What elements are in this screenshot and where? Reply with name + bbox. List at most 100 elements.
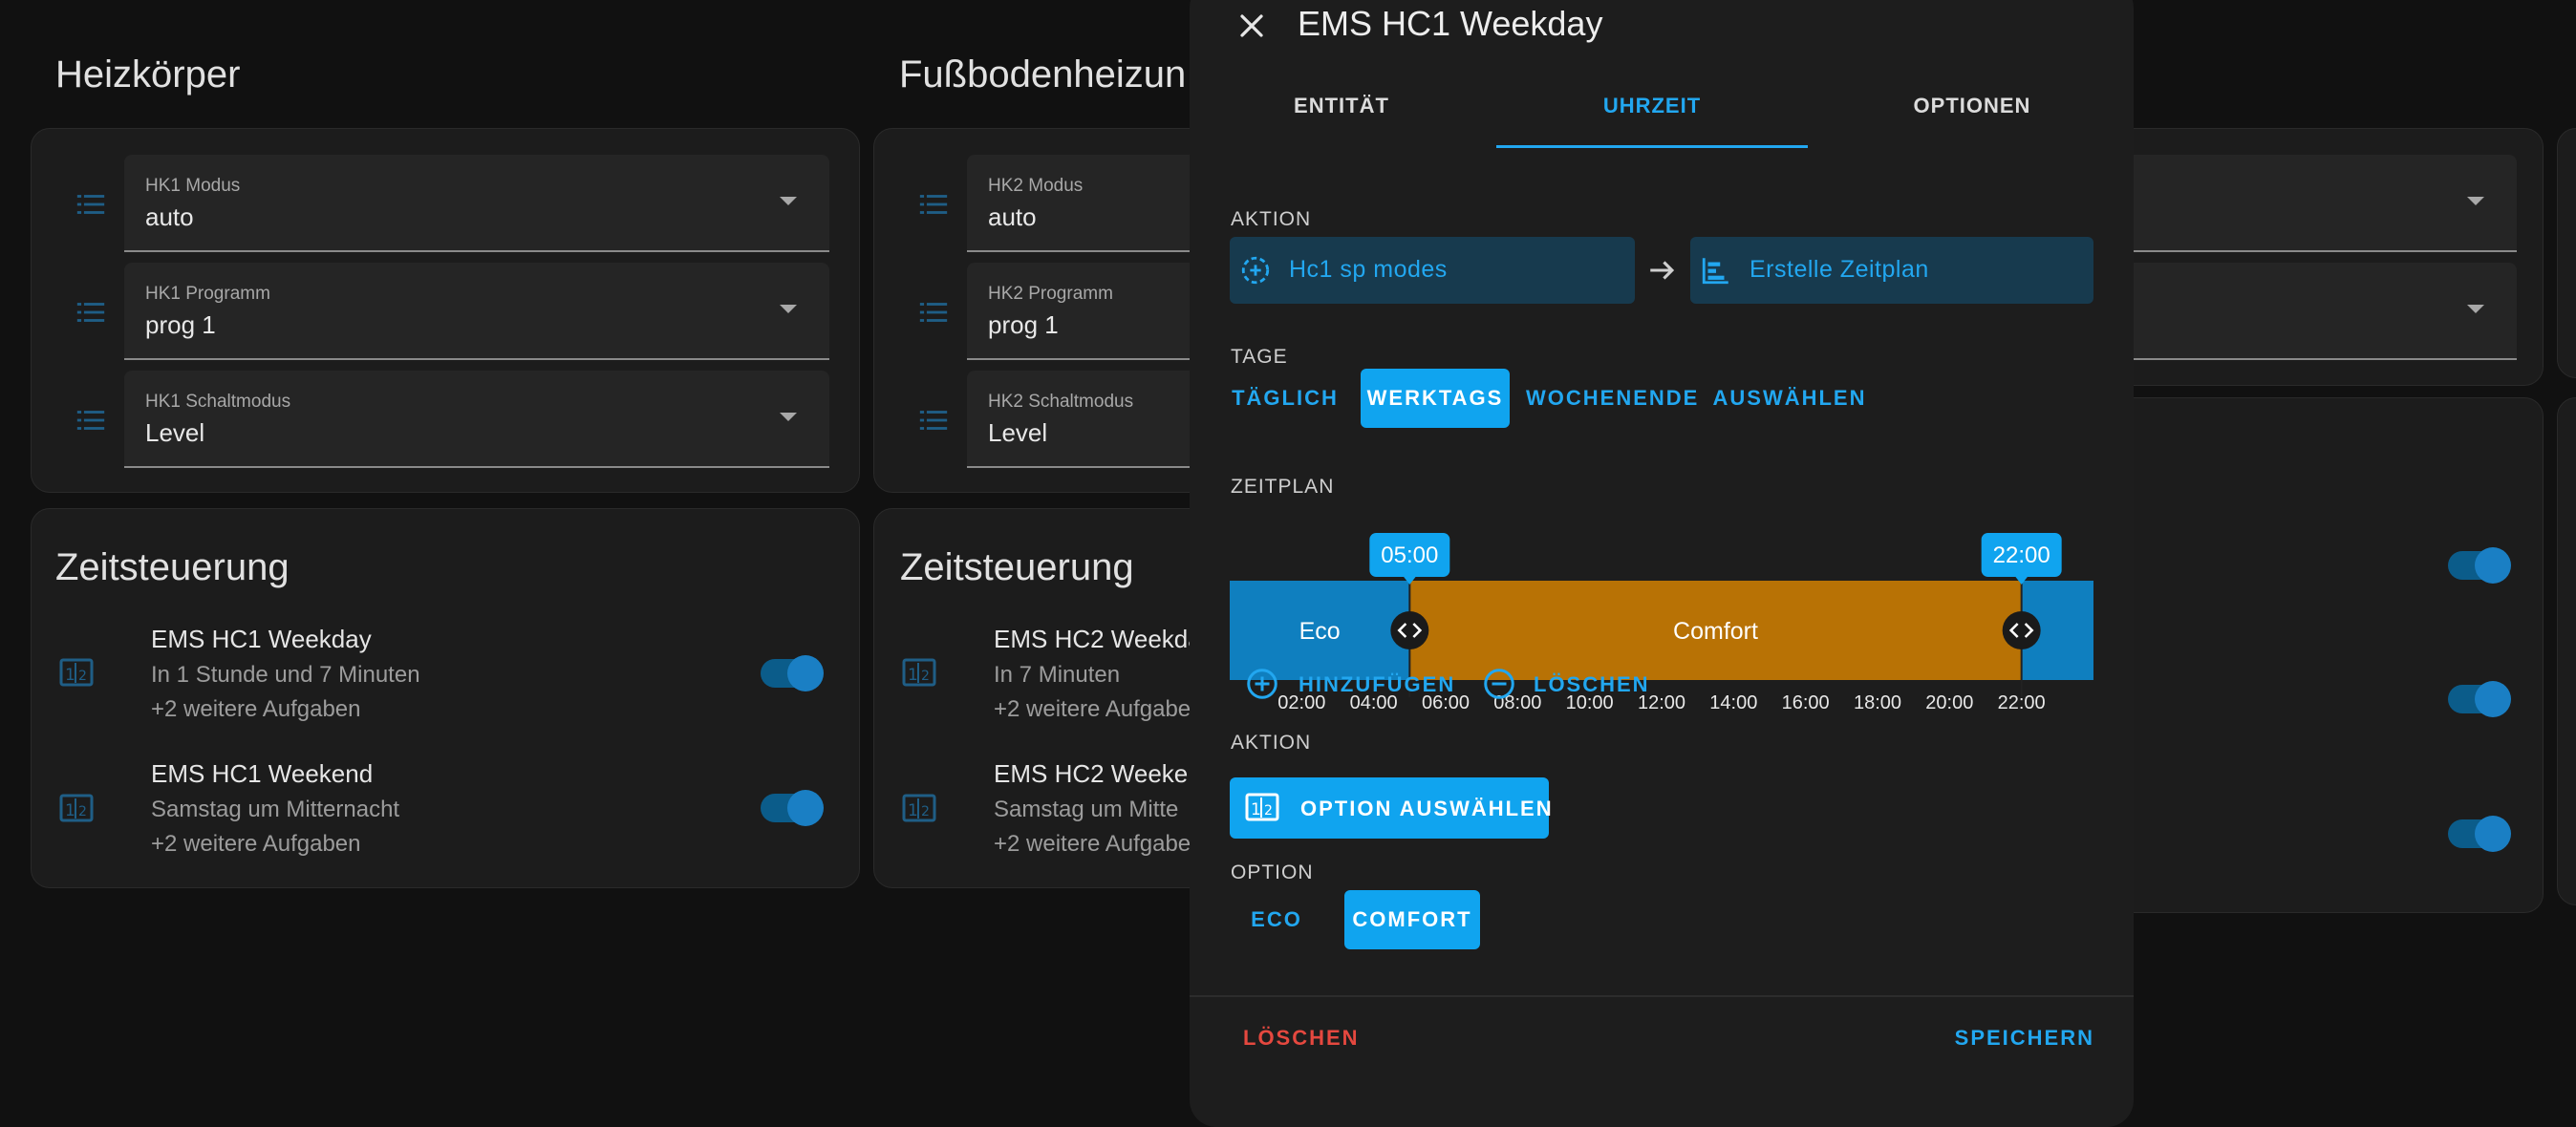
timeline-segment-label: Eco <box>1299 618 1341 645</box>
list-icon <box>76 303 105 322</box>
schedule-timeline[interactable]: Eco Comfort 05:00 22:00 02:00 04:00 06:00 08:00… <box>1230 504 2093 713</box>
select-label: HK2 Schaltmodus <box>988 392 1134 412</box>
toggle-knob <box>2475 547 2511 584</box>
chevron-down-icon[interactable] <box>2467 197 2484 205</box>
schedule-section-label: ZEITPLAN <box>1231 476 1335 498</box>
close-icon[interactable] <box>1237 11 1266 40</box>
svg-text:1: 1 <box>65 801 75 820</box>
tab-entitaet[interactable]: ENTITÄT <box>1190 94 1493 118</box>
select-value: Level <box>988 418 1048 447</box>
schedule-toggle[interactable] <box>761 790 824 826</box>
schedule-toggle[interactable] <box>2448 816 2511 852</box>
toggle-knob <box>787 790 824 826</box>
action-section-label: AKTION <box>1231 208 1312 230</box>
save-button[interactable]: SPEICHERN <box>1951 1026 2094 1051</box>
svg-text:1: 1 <box>65 666 75 685</box>
select-field[interactable] <box>2112 263 2517 360</box>
timeline-tick-label: 14:00 <box>1709 692 1757 713</box>
select-label: HK2 Programm <box>988 284 1113 304</box>
select-value: prog 1 <box>988 310 1059 339</box>
timeline-tick-label: 16:00 <box>1782 692 1830 713</box>
select-field[interactable] <box>2112 155 2517 252</box>
option-eco[interactable]: ECO <box>1230 890 1323 949</box>
list-icon <box>919 411 948 430</box>
svg-text:1: 1 <box>908 666 918 685</box>
tab-optionen[interactable]: OPTIONEN <box>1813 94 2132 118</box>
schedule-more-tasks: +2 weitere Aufgaben <box>151 831 361 857</box>
select-field[interactable]: HK1 Modus auto <box>124 155 829 252</box>
day-option-werktags[interactable]: WERKTAGS <box>1361 369 1510 428</box>
schedule-toggle[interactable] <box>2448 681 2511 717</box>
list-icon <box>76 195 105 214</box>
days-section-label: TAGE <box>1231 346 1288 368</box>
schedule-card-title: Zeitsteuerung <box>900 546 1134 588</box>
circle-plus-dashed-icon <box>1241 256 1270 285</box>
schedule-title: EMS HC1 Weekday <box>151 625 372 653</box>
chevron-down-icon[interactable] <box>780 305 797 313</box>
calendar-clock-icon: 12 <box>1245 793 1279 821</box>
timeline-marker-label: 05:00 <box>1381 542 1438 568</box>
calendar-clock-icon: 12 <box>902 794 936 822</box>
toggle-knob <box>787 655 824 691</box>
add-timeslot-button[interactable]: HINZUFÜGEN <box>1245 659 1474 707</box>
schedule-toggle[interactable] <box>2448 547 2511 584</box>
day-option-taeglich[interactable]: TÄGLICH <box>1230 369 1341 428</box>
svg-text:1: 1 <box>908 801 918 820</box>
schedule-next-run: Samstag um Mitternacht <box>151 797 400 822</box>
arrow-right-icon <box>1650 261 1675 280</box>
svg-text:1: 1 <box>1251 800 1261 819</box>
remove-timeslot-label: LÖSCHEN <box>1534 672 1650 696</box>
tab-uhrzeit[interactable]: UHRZEIT <box>1495 94 1809 118</box>
schedule-toggle[interactable] <box>761 655 824 691</box>
schedule-item-text: EMS HC1 Weekend Samstag um Mitternacht +… <box>151 759 399 858</box>
action-target-button[interactable]: Erstelle Zeitplan <box>1690 237 2093 304</box>
action-source-button[interactable]: Hc1 sp modes <box>1230 237 1635 304</box>
schedule-title: EMS HC1 Weekend <box>151 759 374 788</box>
remove-circle-icon <box>1484 669 1514 699</box>
timeline-tick-label: 18:00 <box>1854 692 1901 713</box>
svg-text:2: 2 <box>78 669 87 684</box>
list-icon <box>76 411 105 430</box>
svg-text:2: 2 <box>921 669 930 684</box>
day-option-auswaehlen[interactable]: AUSWÄHLEN <box>1711 369 1868 428</box>
select-label: HK1 Schaltmodus <box>145 392 291 412</box>
timeline-tick-label: 22:00 <box>1998 692 2046 713</box>
list-icon <box>919 195 948 214</box>
calendar-clock-icon: 12 <box>59 794 94 822</box>
select-label: HK1 Programm <box>145 284 270 304</box>
schedule-item-text: EMS HC1 Weekday In 1 Stunde und 7 Minute… <box>151 625 420 723</box>
column-title-fussbodenheizung: Fußbodenheizun <box>899 53 1187 96</box>
edge-card <box>2557 128 2576 378</box>
list-icon <box>919 303 948 322</box>
schedule-next-run: Samstag um Mitte <box>994 797 1179 822</box>
delete-button[interactable]: LÖSCHEN <box>1243 1026 1360 1051</box>
svg-text:2: 2 <box>1264 803 1273 819</box>
chevron-down-icon[interactable] <box>780 197 797 205</box>
option-comfort[interactable]: COMFORT <box>1344 890 1480 949</box>
toggle-knob <box>2475 816 2511 852</box>
add-timeslot-label: HINZUFÜGEN <box>1299 672 1456 696</box>
chevron-down-icon[interactable] <box>780 413 797 421</box>
schedule-title: EMS HC2 Weekend <box>994 759 1216 788</box>
calendar-clock-icon: 12 <box>902 658 936 687</box>
action-target-label: Erstelle Zeitplan <box>1750 256 1929 283</box>
select-field[interactable]: HK1 Schaltmodus Level <box>124 371 829 468</box>
select-option-button[interactable]: 12 OPTION AUSWÄHLEN <box>1230 777 1552 839</box>
select-field[interactable]: HK1 Programm prog 1 <box>124 263 829 360</box>
select-value: prog 1 <box>145 310 216 339</box>
remove-timeslot-button[interactable]: LÖSCHEN <box>1482 659 1673 707</box>
toggle-knob <box>2475 681 2511 717</box>
schedule-item-text: EMS HC2 Weekday In 7 Minuten +2 weitere … <box>994 625 1214 723</box>
dialog-title: EMS HC1 Weekday <box>1298 4 1603 43</box>
drag-handle[interactable] <box>1390 611 1429 649</box>
schedule-more-tasks: +2 weitere Aufgaben <box>151 696 361 722</box>
select-label: HK1 Modus <box>145 176 241 196</box>
column-title-heizkoerper: Heizkörper <box>55 53 241 96</box>
day-option-wochenende[interactable]: WOCHENENDE <box>1526 369 1698 428</box>
svg-text:2: 2 <box>78 804 87 819</box>
schedule-next-run: In 7 Minuten <box>994 662 1121 688</box>
drag-handle[interactable] <box>2002 611 2041 649</box>
chevron-down-icon[interactable] <box>2467 305 2484 313</box>
schedule-card-title: Zeitsteuerung <box>55 546 290 588</box>
calendar-clock-icon: 12 <box>59 658 94 687</box>
